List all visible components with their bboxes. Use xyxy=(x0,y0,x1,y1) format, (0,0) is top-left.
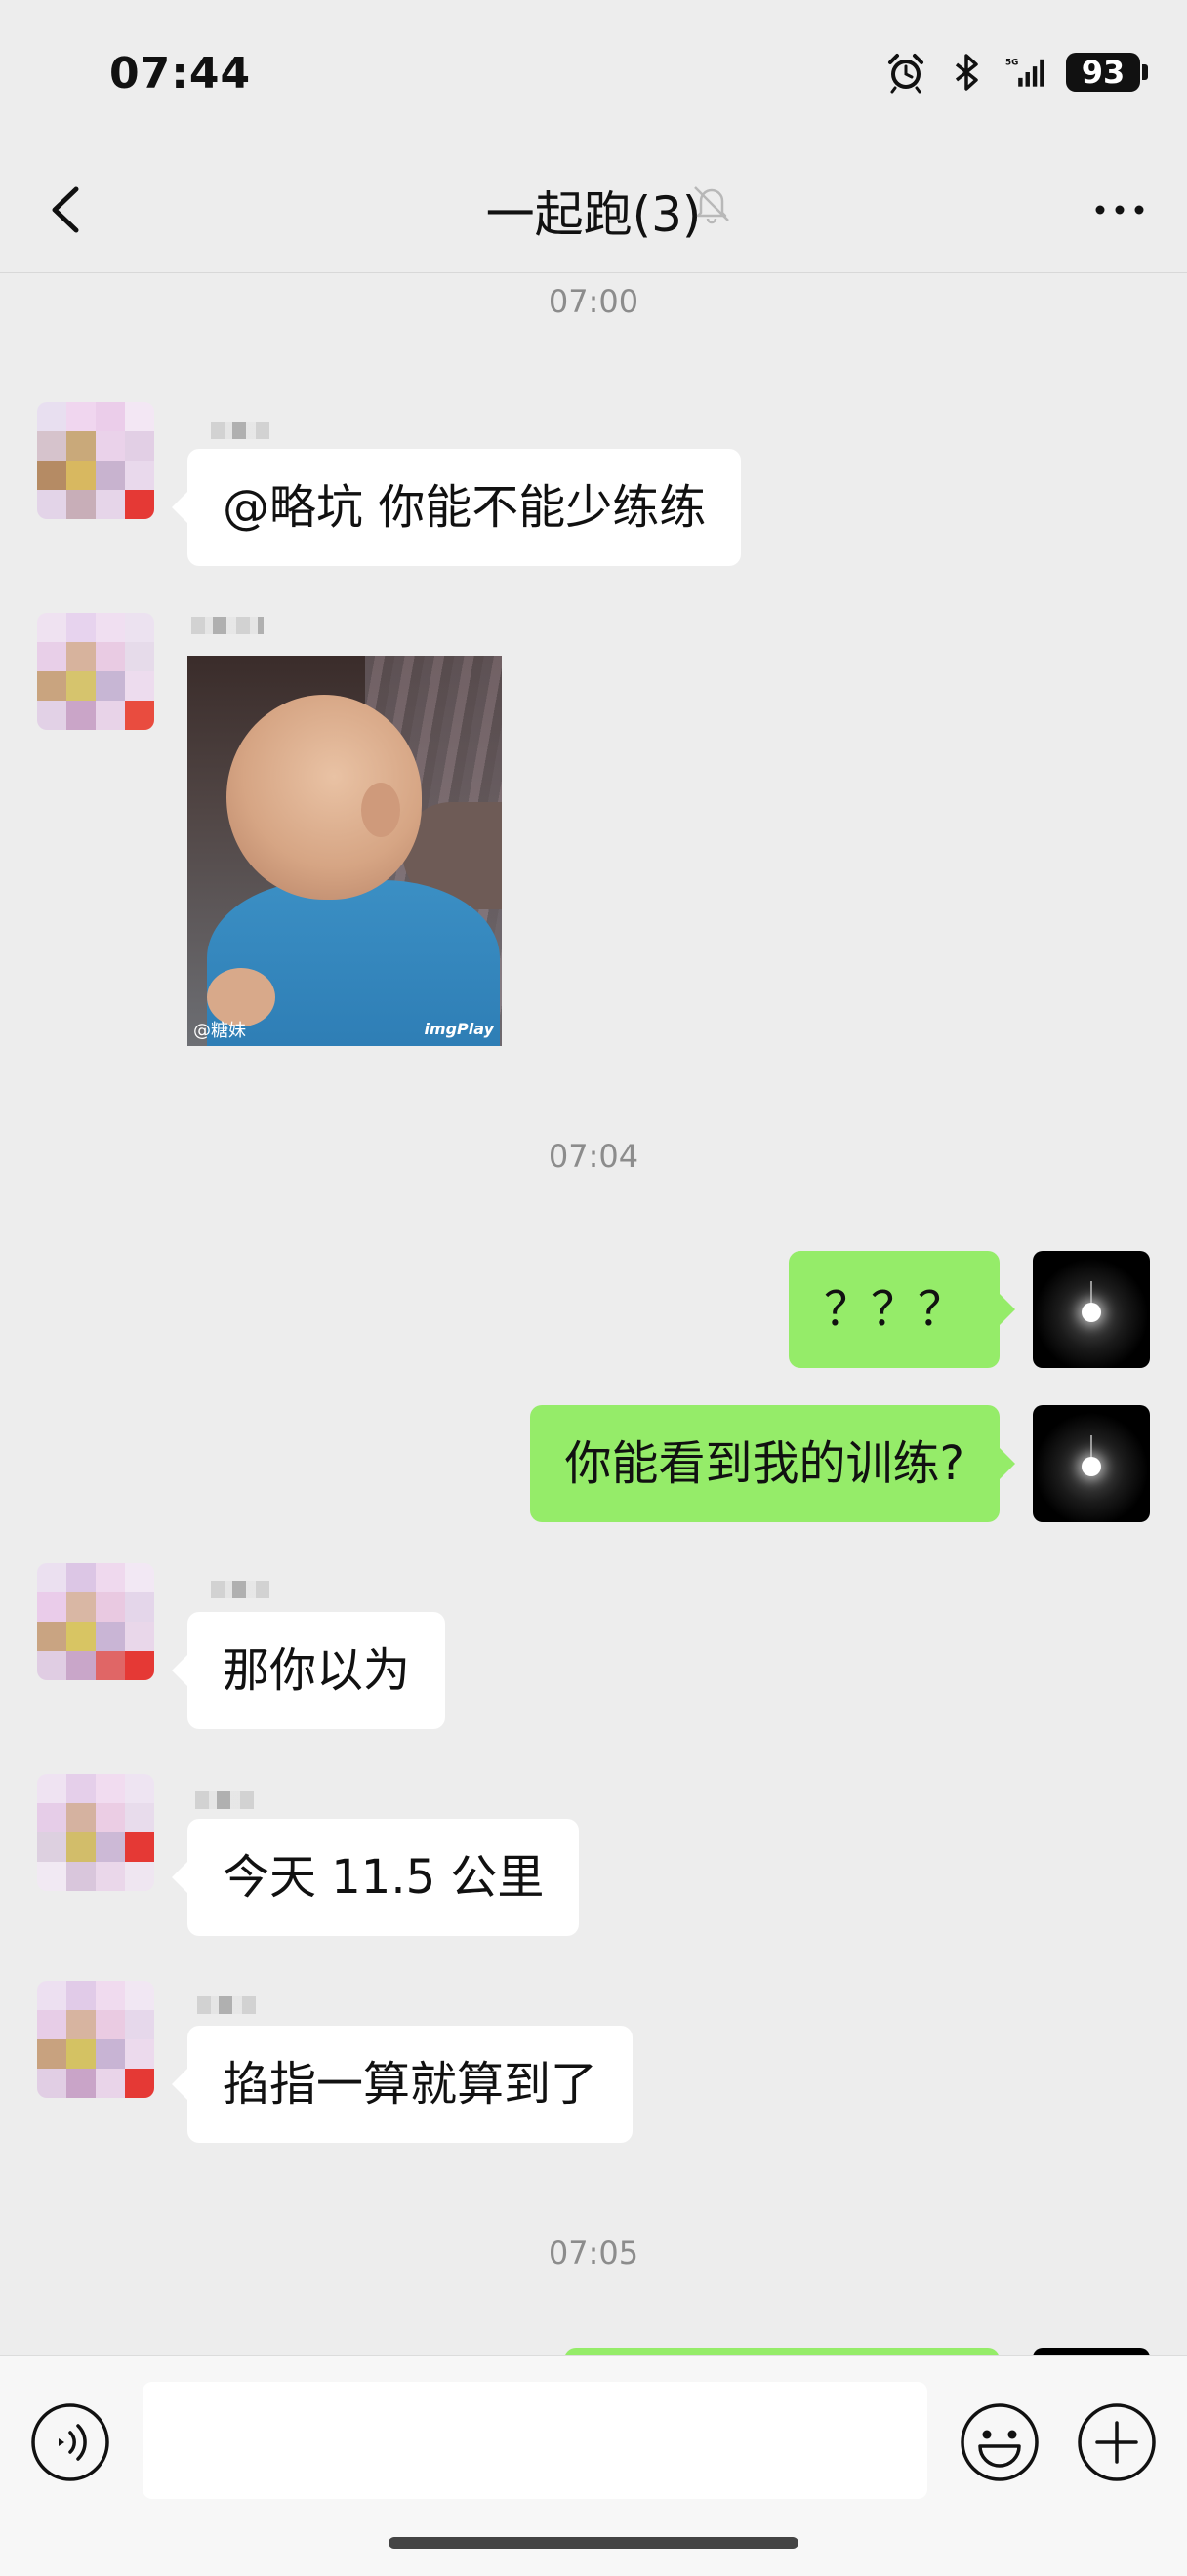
avatar[interactable] xyxy=(37,1774,154,1891)
status-time: 07:44 xyxy=(109,49,252,99)
timestamp: 07:04 xyxy=(548,1138,639,1175)
timestamp: 07:05 xyxy=(548,2234,639,2272)
message-bubble-outgoing[interactable]: ？？？ xyxy=(788,1251,1016,1368)
voice-button[interactable] xyxy=(29,2401,111,2483)
bluetooth-icon xyxy=(955,54,978,91)
bulb-icon xyxy=(1082,1302,1101,1322)
avatar[interactable] xyxy=(37,1563,154,1680)
image-message[interactable]: @糖妹 imgPlay xyxy=(187,656,502,1046)
self-avatar[interactable] xyxy=(1033,1405,1150,1522)
bulb-cord xyxy=(1090,1435,1092,1458)
avatar[interactable] xyxy=(37,613,154,730)
battery-tip xyxy=(1142,64,1148,80)
message-bubble[interactable]: 掐指一算就算到了 xyxy=(171,2026,634,2143)
message-bubble[interactable]: 今天 11.5 公里 xyxy=(171,1819,580,1936)
sender-name xyxy=(211,1581,269,1598)
battery-level: 93 xyxy=(1081,54,1126,91)
battery-icon: 93 xyxy=(1066,53,1140,92)
sender-name xyxy=(191,617,264,634)
message-bubble[interactable]: @略坑 你能不能少练练 xyxy=(171,449,742,566)
status-bar: 07:44 5G 93 xyxy=(0,0,1187,146)
self-avatar[interactable] xyxy=(1033,1251,1150,1368)
bulb-icon xyxy=(1082,1456,1101,1476)
status-icons: 5G 93 xyxy=(884,51,1148,94)
plus-button[interactable] xyxy=(1076,2401,1158,2483)
alarm-icon xyxy=(888,54,923,94)
image-watermark: @糖妹 xyxy=(193,1021,246,1041)
signal-icon: 5G xyxy=(1005,59,1044,87)
message-bubble[interactable]: 那你以为 xyxy=(171,1612,446,1729)
network-label: 5G xyxy=(1005,59,1018,68)
bulb-cord xyxy=(1090,1281,1092,1304)
emoji-button[interactable] xyxy=(959,2401,1041,2483)
sender-name xyxy=(195,1791,254,1809)
avatar[interactable] xyxy=(37,402,154,519)
more-button[interactable] xyxy=(1087,178,1152,242)
chat-title: 一起跑(3) xyxy=(485,186,702,243)
sender-name xyxy=(211,422,269,439)
home-indicator[interactable] xyxy=(389,2537,798,2549)
sender-name xyxy=(197,1996,256,2014)
nav-bar: 一起跑(3) xyxy=(0,146,1187,273)
timestamp: 07:00 xyxy=(548,283,639,320)
image-watermark-app: imgPlay xyxy=(424,1020,494,1038)
image-baby-ear xyxy=(361,783,400,837)
avatar[interactable] xyxy=(37,1981,154,2098)
bell-off-icon xyxy=(694,186,729,224)
message-input[interactable] xyxy=(143,2382,927,2499)
message-bubble-outgoing[interactable]: 你能看到我的训练? xyxy=(529,1405,1016,1522)
